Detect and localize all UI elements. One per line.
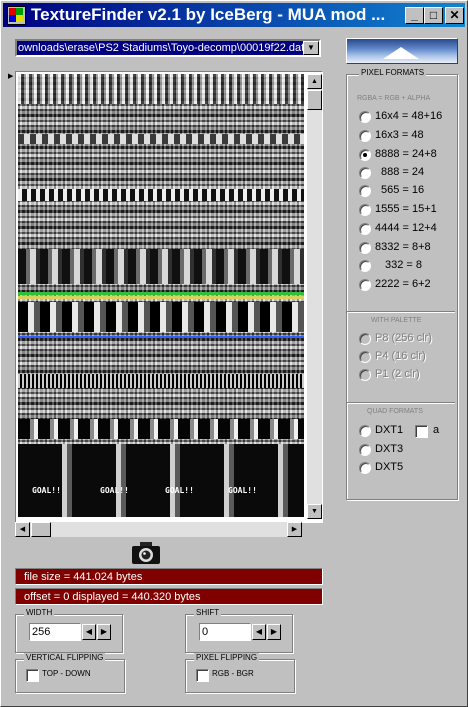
title-bar[interactable]: TextureFinder v2.1 by IceBerg - MUA mod …: [3, 3, 465, 27]
vertical-flipping-label: VERTICAL FLIPPING: [24, 653, 106, 662]
texture-preview[interactable]: GOAL!! GOAL!! GOAL!! GOAL!!: [18, 74, 304, 517]
rgb-bgr-label: RGB - BGR: [212, 669, 254, 678]
shift-increase-button[interactable]: ▶: [267, 624, 281, 640]
window-title: TextureFinder v2.1 by IceBerg - MUA mod …: [31, 5, 386, 24]
file-path-dropdown[interactable]: ownloads\erase\PS2 Stadiums\Toyo-decomp\…: [15, 39, 321, 57]
horizontal-scrollbar[interactable]: ◀ ▶: [15, 522, 302, 537]
texture-viewer[interactable]: GOAL!! GOAL!! GOAL!! GOAL!! ▲ ▼: [15, 71, 323, 523]
texture-text-1: GOAL!!: [32, 486, 61, 495]
top-down-checkbox[interactable]: [26, 669, 39, 682]
rgb-bgr-checkbox[interactable]: [196, 669, 209, 682]
arrow-up-icon[interactable]: ▲: [307, 74, 322, 89]
app-icon[interactable]: [7, 6, 26, 25]
shift-group: SHIFT 0 ◀ ▶: [185, 608, 293, 653]
top-down-label: TOP - DOWN: [42, 669, 91, 678]
horizontal-scroll-thumb[interactable]: [31, 522, 51, 537]
rgba-subtitle: RGBA = RGB + ALPHA: [357, 95, 431, 102]
file-path-value: ownloads\erase\PS2 Stadiums\Toyo-decomp\…: [17, 41, 303, 55]
with-palette-title: WITH PALETTE: [371, 317, 422, 324]
pixel-formats-group: PIXEL FORMATS RGBA = RGB + ALPHA 16x4 = …: [346, 68, 458, 500]
pixel-flipping-group: PIXEL FLIPPING RGB - BGR: [185, 653, 295, 693]
dropdown-arrow-icon[interactable]: ▼: [303, 41, 319, 55]
vertical-scrollbar[interactable]: ▲ ▼: [307, 74, 322, 519]
width-group: WIDTH 256 ◀ ▶: [15, 608, 123, 653]
shift-decrease-button[interactable]: ◀: [252, 624, 266, 640]
minimize-button[interactable]: _: [405, 7, 424, 24]
arrow-left-icon[interactable]: ◀: [15, 522, 30, 537]
texture-text-2: GOAL!!: [100, 486, 129, 495]
arrow-down-icon[interactable]: ▼: [307, 504, 322, 519]
vertical-flipping-group: VERTICAL FLIPPING TOP - DOWN: [15, 653, 125, 693]
width-decrease-button[interactable]: ◀: [82, 624, 96, 640]
offset-label: offset = 0 displayed = 440.320 bytes: [15, 588, 323, 605]
quad-formats-title: QUAD FORMATS: [367, 408, 423, 415]
texture-text-4: GOAL!!: [228, 486, 257, 495]
shift-input[interactable]: 0: [199, 623, 251, 641]
shift-label: SHIFT: [194, 608, 222, 617]
dxt1-alpha-checkbox[interactable]: [415, 425, 428, 438]
file-size-label: file size = 441.024 bytes: [15, 568, 323, 585]
width-label: WIDTH: [24, 608, 55, 617]
vertical-scroll-thumb[interactable]: [307, 90, 322, 110]
row-marker-icon: ▶: [8, 73, 14, 80]
width-increase-button[interactable]: ▶: [97, 624, 111, 640]
dxt1-alpha-label: a: [433, 424, 440, 436]
close-button[interactable]: ✕: [445, 7, 464, 24]
camera-icon[interactable]: [131, 541, 161, 565]
width-input[interactable]: 256: [29, 623, 81, 641]
pixel-flipping-label: PIXEL FLIPPING: [194, 653, 260, 662]
arrow-right-icon[interactable]: ▶: [287, 522, 302, 537]
texture-text-3: GOAL!!: [165, 486, 194, 495]
iceberg-logo: [346, 38, 458, 64]
pixel-formats-title: PIXEL FORMATS: [359, 68, 427, 77]
main-window: TextureFinder v2.1 by IceBerg - MUA mod …: [0, 0, 468, 707]
maximize-button[interactable]: □: [424, 7, 443, 24]
